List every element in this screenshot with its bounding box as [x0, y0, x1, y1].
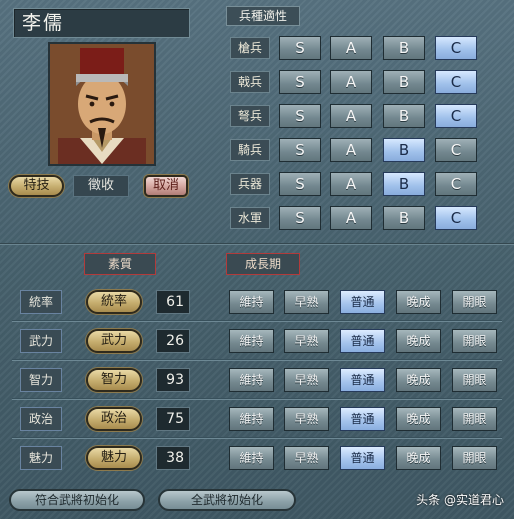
grade-b-button[interactable]: B: [383, 138, 425, 162]
quality-title: 素質: [84, 253, 156, 275]
troop-label: 騎兵: [230, 139, 270, 161]
troop-label: 弩兵: [230, 105, 270, 127]
grade-c-button[interactable]: C: [435, 138, 477, 162]
stat-value: 61: [156, 290, 190, 314]
growth-option-button[interactable]: 開眼: [452, 368, 497, 392]
growth-option-button[interactable]: 早熟: [284, 446, 329, 470]
troop-aptitude-title: 兵種適性: [226, 6, 300, 26]
growth-option-button[interactable]: 晚成: [396, 329, 441, 353]
reset-all-button[interactable]: 全武將初始化: [158, 489, 296, 511]
stat-button[interactable]: 政治: [86, 407, 142, 431]
grade-a-button[interactable]: A: [330, 172, 372, 196]
cancel-skill-button[interactable]: 取消: [144, 175, 188, 197]
grade-a-button[interactable]: A: [330, 104, 372, 128]
growth-option-button[interactable]: 晚成: [396, 446, 441, 470]
portrait-image: [50, 44, 154, 164]
stat-value: 93: [156, 368, 190, 392]
grade-s-button[interactable]: S: [279, 36, 321, 60]
growth-option-button[interactable]: 維持: [229, 446, 274, 470]
row-divider: [12, 359, 502, 361]
troop-label: 水軍: [230, 207, 270, 229]
grade-c-button[interactable]: C: [435, 36, 477, 60]
general-edit-panel: 李儒 特技 徵收 取消 兵種適性 槍兵 S A B C 戟兵 S A B C 弩兵 S A B C 騎兵 S A B…: [0, 0, 514, 519]
stat-value: 75: [156, 407, 190, 431]
grade-s-button[interactable]: S: [279, 70, 321, 94]
growth-option-button[interactable]: 普通: [340, 368, 385, 392]
growth-option-button[interactable]: 開眼: [452, 290, 497, 314]
growth-option-button[interactable]: 普通: [340, 329, 385, 353]
stat-button[interactable]: 魅力: [86, 446, 142, 470]
growth-option-button[interactable]: 開眼: [452, 407, 497, 431]
growth-option-button[interactable]: 開眼: [452, 329, 497, 353]
stat-button[interactable]: 武力: [86, 329, 142, 353]
general-name: 李儒: [13, 8, 190, 38]
growth-option-button[interactable]: 開眼: [452, 446, 497, 470]
troop-label: 槍兵: [230, 37, 270, 59]
grade-c-button[interactable]: C: [435, 172, 477, 196]
growth-title: 成長期: [226, 253, 300, 275]
row-divider: [12, 320, 502, 322]
growth-option-button[interactable]: 晚成: [396, 407, 441, 431]
row-divider: [12, 437, 502, 439]
stat-label: 武力: [20, 329, 62, 353]
grade-b-button[interactable]: B: [383, 104, 425, 128]
stat-label: 政治: [20, 407, 62, 431]
stat-label: 統率: [20, 290, 62, 314]
troop-label: 兵器: [230, 173, 270, 195]
growth-option-button[interactable]: 普通: [340, 290, 385, 314]
skill-button[interactable]: 特技: [9, 175, 64, 197]
growth-option-button[interactable]: 晚成: [396, 368, 441, 392]
grade-a-button[interactable]: A: [330, 138, 372, 162]
growth-option-button[interactable]: 早熟: [284, 329, 329, 353]
stat-value: 38: [156, 446, 190, 470]
growth-option-button[interactable]: 早熟: [284, 290, 329, 314]
grade-b-button[interactable]: B: [383, 206, 425, 230]
growth-option-button[interactable]: 普通: [340, 446, 385, 470]
stat-value: 26: [156, 329, 190, 353]
grade-s-button[interactable]: S: [279, 104, 321, 128]
skill-value: 徵收: [73, 175, 129, 197]
growth-option-button[interactable]: 維持: [229, 329, 274, 353]
stat-label: 智力: [20, 368, 62, 392]
grade-a-button[interactable]: A: [330, 36, 372, 60]
troop-label: 戟兵: [230, 71, 270, 93]
reset-matching-button[interactable]: 符合武將初始化: [9, 489, 145, 511]
grade-s-button[interactable]: S: [279, 206, 321, 230]
growth-option-button[interactable]: 早熟: [284, 368, 329, 392]
grade-s-button[interactable]: S: [279, 172, 321, 196]
grade-b-button[interactable]: B: [383, 172, 425, 196]
growth-option-button[interactable]: 早熟: [284, 407, 329, 431]
watermark-text: 头条 @实道君心: [416, 493, 504, 507]
grade-a-button[interactable]: A: [330, 70, 372, 94]
grade-c-button[interactable]: C: [435, 104, 477, 128]
grade-s-button[interactable]: S: [279, 138, 321, 162]
grade-a-button[interactable]: A: [330, 206, 372, 230]
grade-c-button[interactable]: C: [435, 206, 477, 230]
grade-c-button[interactable]: C: [435, 70, 477, 94]
growth-option-button[interactable]: 維持: [229, 290, 274, 314]
growth-option-button[interactable]: 維持: [229, 407, 274, 431]
stat-button[interactable]: 統率: [86, 290, 142, 314]
stat-label: 魅力: [20, 446, 62, 470]
growth-option-button[interactable]: 普通: [340, 407, 385, 431]
grade-b-button[interactable]: B: [383, 36, 425, 60]
growth-option-button[interactable]: 維持: [229, 368, 274, 392]
stat-button[interactable]: 智力: [86, 368, 142, 392]
growth-option-button[interactable]: 晚成: [396, 290, 441, 314]
general-portrait: [48, 42, 156, 166]
section-divider: [0, 243, 514, 245]
grade-b-button[interactable]: B: [383, 70, 425, 94]
row-divider: [12, 398, 502, 400]
